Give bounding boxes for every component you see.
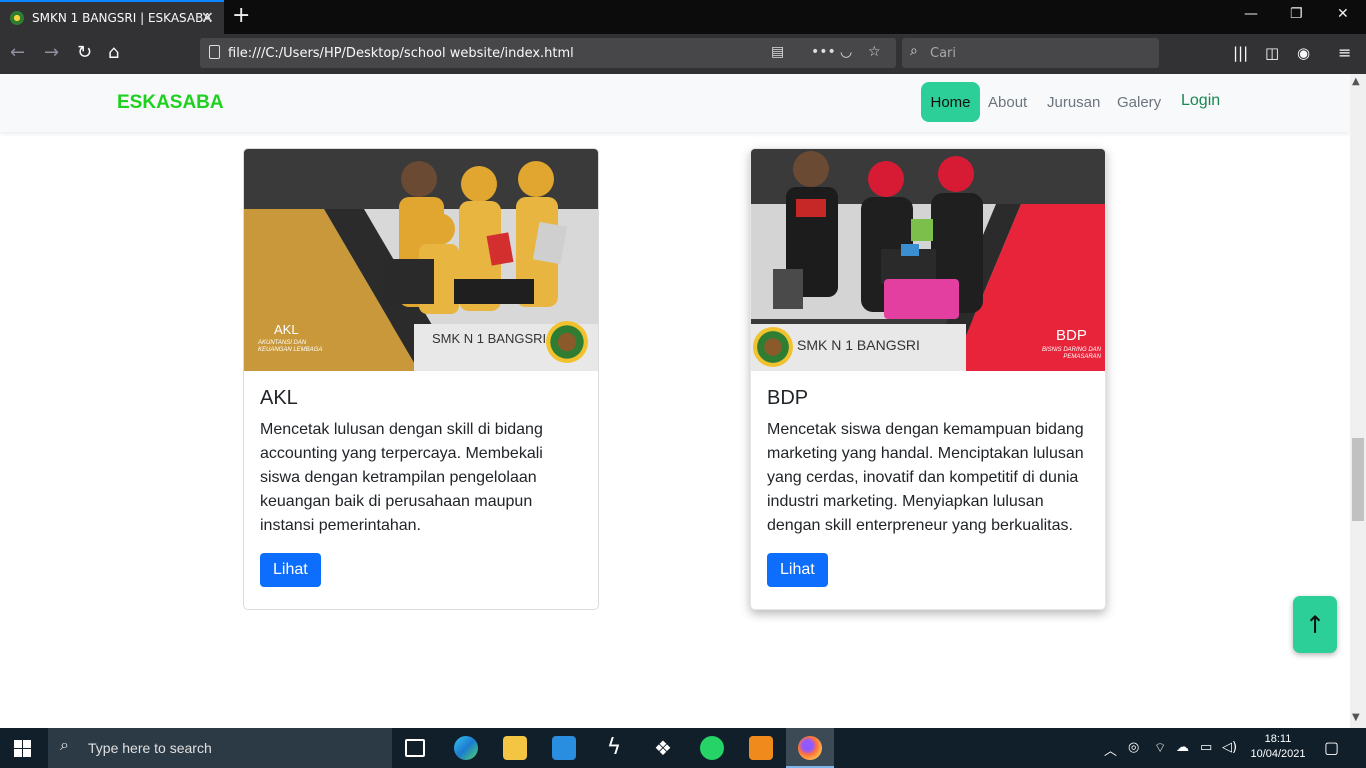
card-text: Mencetak siswa dengan kemampuan bidang m… — [767, 421, 1084, 534]
arrow-up-icon: ↑ — [1304, 610, 1326, 639]
bdp-banner-image: BDP BISNIS DARING DAN PEMASARAN SMK N 1 … — [751, 149, 1105, 371]
card-title: BDP — [767, 387, 809, 409]
sidebar-icon[interactable]: ◫ — [1265, 44, 1279, 62]
site-brand[interactable]: ESKASABA — [117, 92, 224, 114]
file-explorer-icon[interactable] — [503, 736, 527, 760]
tab-title: SMKN 1 BANGSRI | ESKASABA — [32, 11, 212, 25]
edge-icon[interactable] — [454, 736, 478, 760]
card-akl: AKL AKUNTANSI DAN KEUANGAN LEMBAGA SMK N… — [243, 148, 599, 610]
akl-banner-subtitle: AKUNTANSI DAN KEUANGAN LEMBAGA — [258, 340, 323, 353]
pocket-icon[interactable]: ◡ — [840, 44, 852, 60]
notifications-icon[interactable]: ▢ — [1324, 738, 1339, 757]
meet-now-icon[interactable]: ◎ — [1128, 740, 1139, 755]
dropbox-icon[interactable]: ❖ — [651, 736, 675, 760]
restore-icon[interactable]: ❐ — [1290, 6, 1303, 22]
minimize-icon[interactable]: — — [1244, 6, 1258, 22]
nav-galery[interactable]: Galery — [1117, 94, 1161, 111]
search-icon: ⌕ — [60, 737, 69, 754]
close-tab-icon[interactable]: ✕ — [201, 8, 214, 27]
bdp-banner-code: BDP — [1056, 327, 1087, 344]
app-s-icon[interactable]: ϟ — [602, 736, 626, 760]
scrollbar-thumb[interactable] — [1352, 438, 1364, 521]
card-text: Mencetak lulusan dengan skill di bidang … — [260, 421, 543, 534]
sublime-text-icon[interactable] — [749, 736, 773, 760]
whatsapp-icon[interactable] — [700, 736, 724, 760]
browser-search-input[interactable]: ⌕ Cari — [902, 38, 1159, 68]
account-icon[interactable]: ◉ — [1297, 44, 1310, 62]
mail-icon[interactable] — [552, 736, 576, 760]
page-info-icon — [209, 45, 220, 59]
bdp-banner-school: SMK N 1 BANGSRI — [797, 337, 920, 353]
browser-tab-strip: SMKN 1 BANGSRI | ESKASABA ✕ + — ❐ ✕ — [0, 0, 1366, 34]
url-bar[interactable]: file:///C:/Users/HP/Desktop/school websi… — [200, 38, 896, 68]
menu-icon[interactable]: ≡ — [1338, 43, 1351, 62]
reader-view-icon[interactable]: ▤ — [771, 44, 784, 60]
home-icon[interactable]: ⌂ — [108, 42, 119, 63]
card-bdp: BDP BISNIS DARING DAN PEMASARAN SMK N 1 … — [750, 148, 1106, 610]
windows-taskbar: ⌕ Type here to search ϟ ❖ ︿ ◎ ⌔ ☁ ▭ ◁) 1… — [0, 728, 1366, 768]
back-icon[interactable]: ← — [10, 42, 25, 63]
nav-about[interactable]: About — [988, 94, 1027, 111]
card-body: BDP Mencetak siswa dengan kemampuan bida… — [751, 371, 1105, 603]
tray-overflow-icon[interactable]: ︿ — [1104, 740, 1117, 759]
browser-tab[interactable]: SMKN 1 BANGSRI | ESKASABA ✕ — [0, 0, 224, 34]
nav-jurusan[interactable]: Jurusan — [1047, 94, 1100, 111]
scroll-up-icon[interactable]: ▲ — [1352, 76, 1360, 87]
akl-banner-school: SMK N 1 BANGSRI — [432, 331, 547, 346]
reload-icon[interactable]: ↻ — [77, 42, 92, 63]
web-page: ESKASABA Home About Jurusan Galery Login — [0, 74, 1350, 728]
nav-login[interactable]: Login — [1181, 92, 1220, 110]
url-text: file:///C:/Users/HP/Desktop/school websi… — [228, 45, 574, 61]
card-title: AKL — [260, 387, 298, 409]
firefox-taskbar-item[interactable] — [786, 728, 834, 768]
new-tab-icon[interactable]: + — [232, 3, 250, 28]
clock-time: 18:11 — [1264, 733, 1292, 745]
taskbar-clock[interactable]: 18:11 10/04/2021 — [1248, 732, 1308, 762]
lihat-bdp-button[interactable]: Lihat — [767, 553, 828, 587]
akl-banner-image: AKL AKUNTANSI DAN KEUANGAN LEMBAGA SMK N… — [244, 149, 598, 371]
akl-banner-code: AKL — [274, 322, 299, 337]
school-logo-icon — [753, 327, 793, 367]
firefox-icon — [798, 736, 822, 760]
wifi-icon[interactable]: ⌔ — [1154, 740, 1166, 756]
site-navbar: ESKASABA Home About Jurusan Galery Login — [0, 74, 1350, 132]
onedrive-icon[interactable]: ☁ — [1176, 740, 1189, 755]
windows-start-icon[interactable] — [14, 740, 31, 757]
forward-icon[interactable]: → — [44, 42, 59, 63]
page-actions-icon[interactable]: ••• — [811, 44, 836, 60]
back-to-top-button[interactable]: ↑ — [1293, 596, 1337, 653]
lihat-akl-button[interactable]: Lihat — [260, 553, 321, 587]
window-close-icon[interactable]: ✕ — [1337, 6, 1349, 22]
page-scrollbar[interactable] — [1350, 74, 1366, 728]
site-favicon-icon — [10, 11, 24, 25]
volume-icon[interactable]: ◁) — [1222, 740, 1237, 755]
library-icon[interactable]: ||| — [1233, 44, 1248, 62]
taskbar-search-input[interactable]: ⌕ Type here to search — [48, 728, 392, 768]
clock-date: 10/04/2021 — [1250, 748, 1306, 760]
bookmark-star-icon[interactable]: ☆ — [868, 44, 881, 60]
school-logo-icon — [546, 321, 588, 363]
nav-home[interactable]: Home — [921, 82, 980, 122]
search-icon: ⌕ — [910, 43, 918, 59]
card-body: AKL Mencetak lulusan dengan skill di bid… — [244, 371, 598, 603]
scroll-down-icon[interactable]: ▼ — [1352, 712, 1360, 723]
battery-icon[interactable]: ▭ — [1200, 740, 1212, 755]
taskbar-search-placeholder: Type here to search — [88, 740, 212, 756]
search-placeholder: Cari — [930, 45, 956, 61]
task-view-icon[interactable] — [405, 739, 425, 757]
bdp-banner-subtitle: BISNIS DARING DAN PEMASARAN — [1041, 347, 1101, 360]
